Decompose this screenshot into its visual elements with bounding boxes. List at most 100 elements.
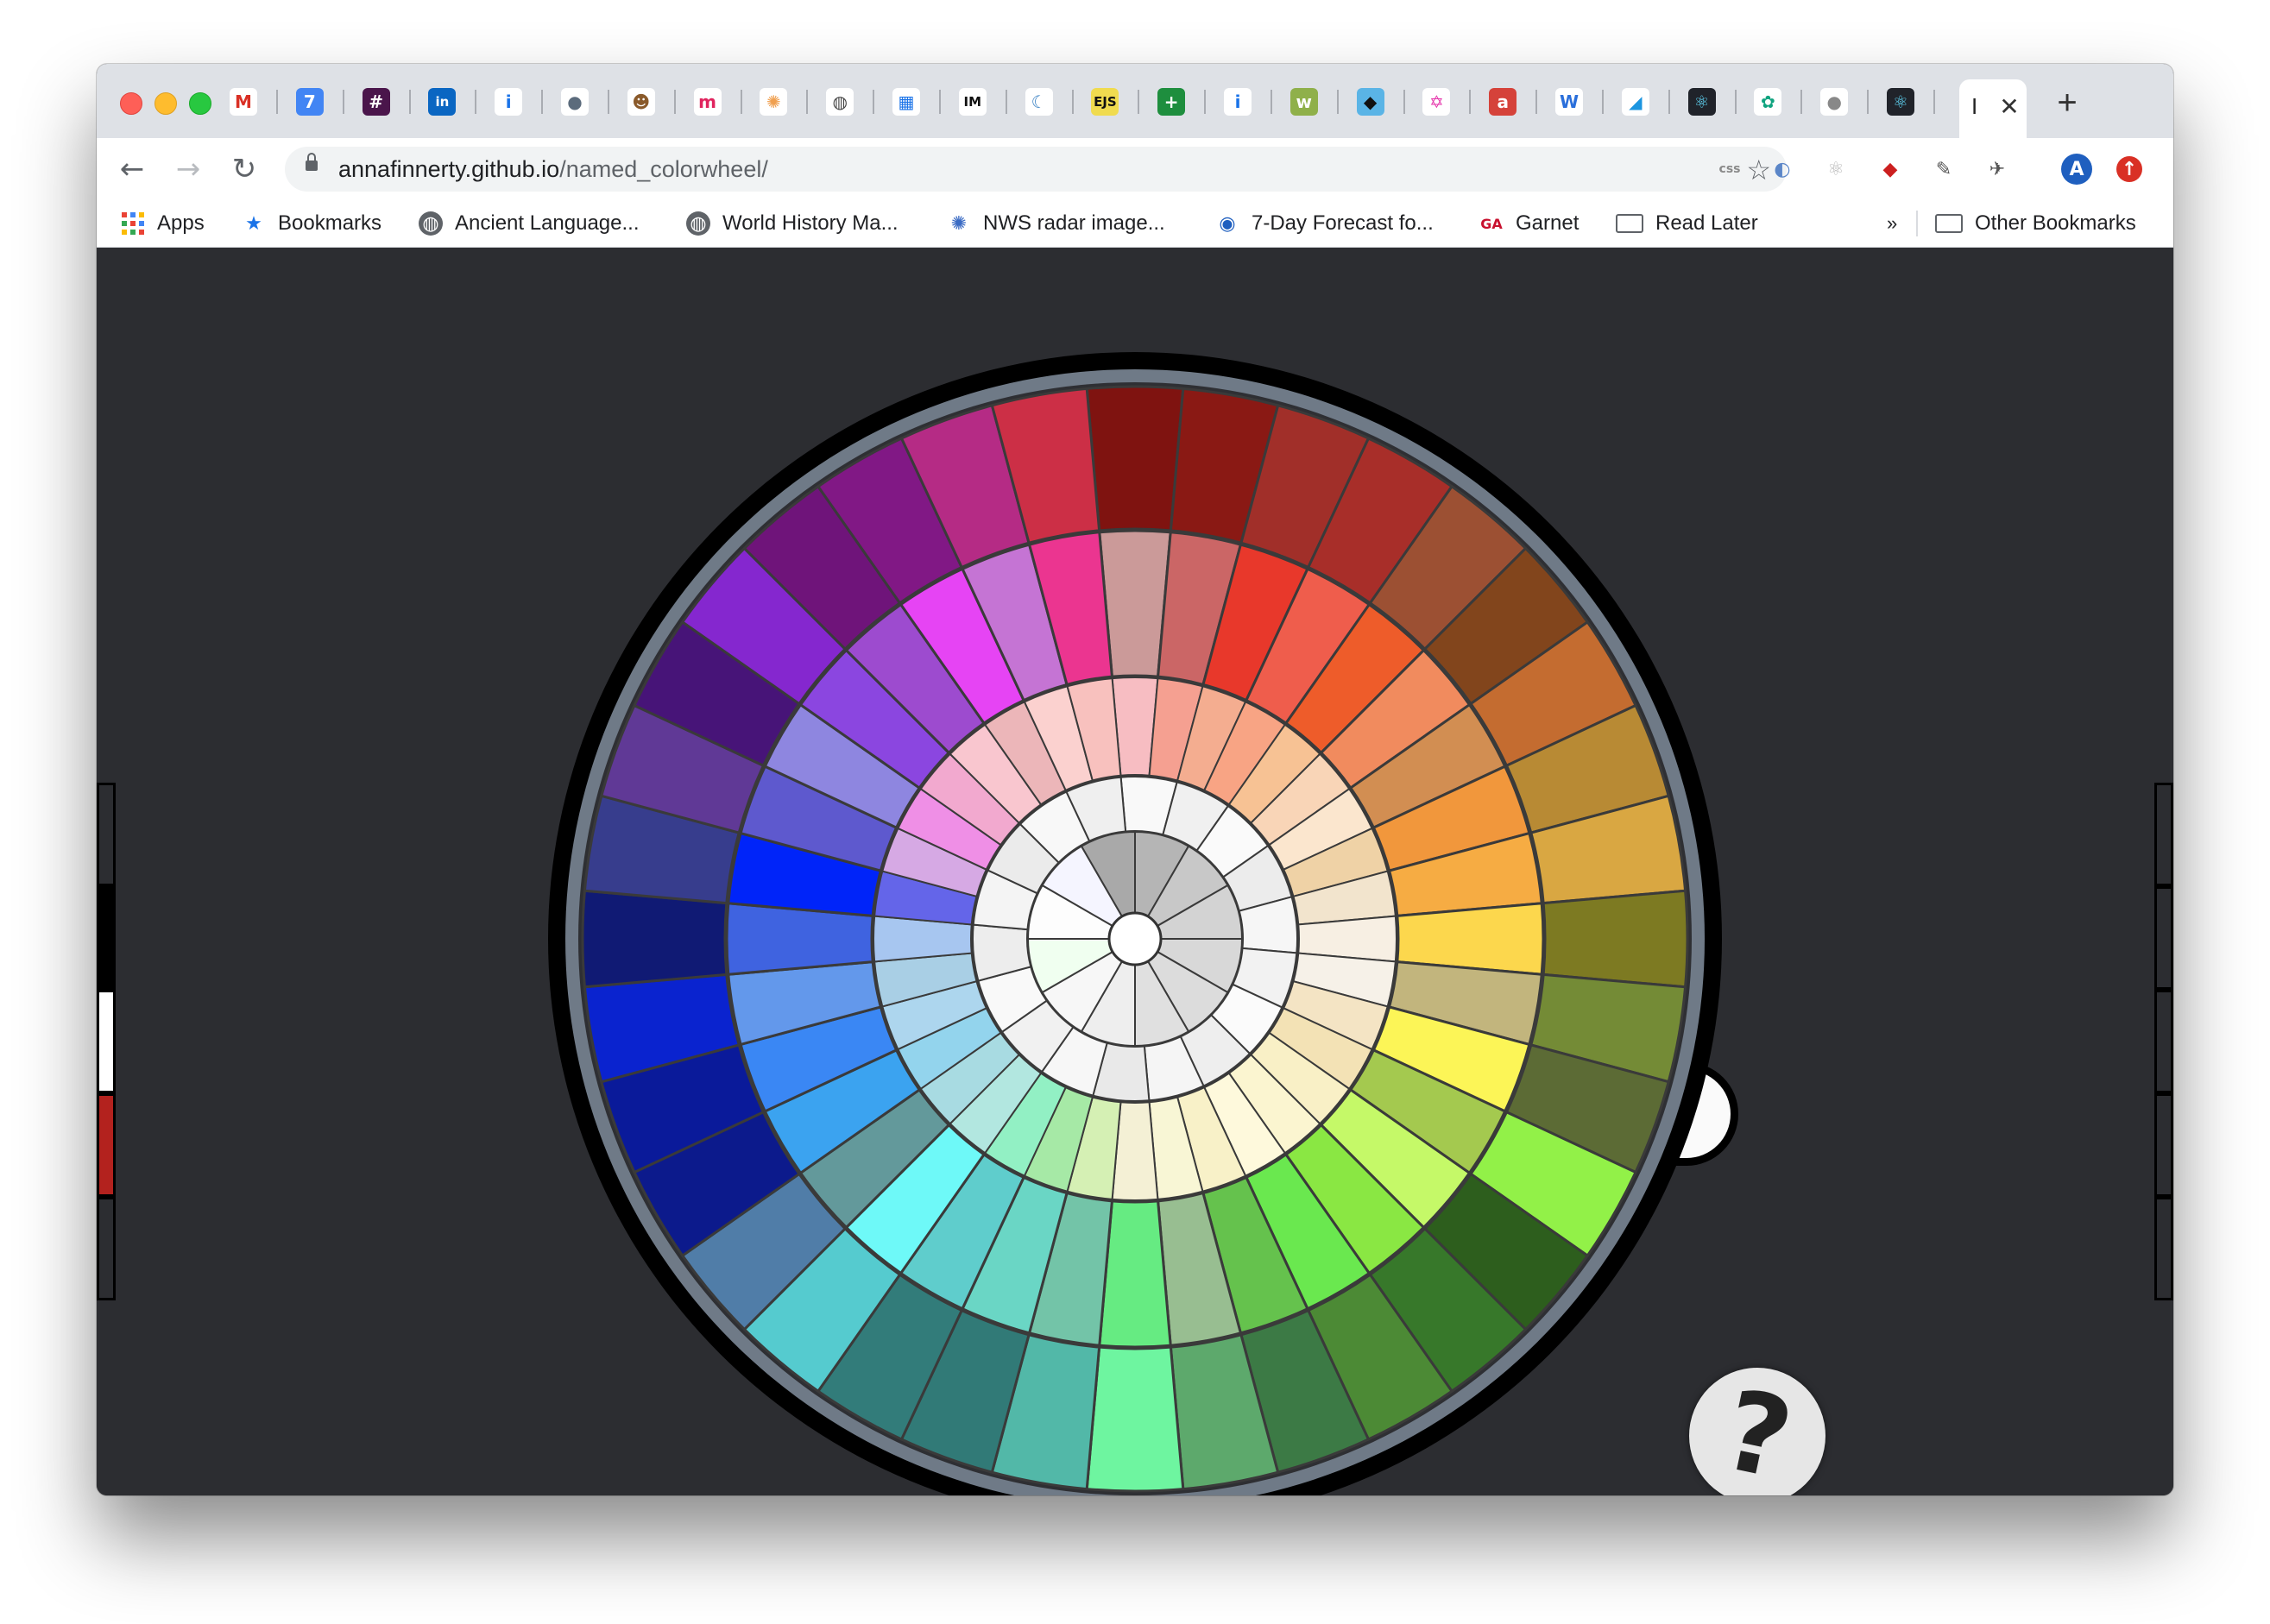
pinned-tab[interactable]: ⚛ xyxy=(1683,83,1721,121)
ejs-icon: EJS xyxy=(1091,88,1119,116)
pinned-tab[interactable]: EJS xyxy=(1086,83,1124,121)
pinned-tab[interactable]: ◢ xyxy=(1617,83,1655,121)
flag-icon: ◢ xyxy=(1621,88,1649,116)
color-segment[interactable] xyxy=(581,889,728,989)
plane-icon[interactable]: ✈ xyxy=(1982,154,2013,185)
pinned-tab[interactable]: # xyxy=(357,83,395,121)
weather-icon: ◉ xyxy=(1219,212,1236,235)
tab-separator xyxy=(1800,90,1803,114)
grid-icon: ▦ xyxy=(892,88,920,116)
graphql-icon: ✡ xyxy=(1422,88,1451,116)
bookmarks-overflow-button[interactable]: » xyxy=(1887,209,1897,238)
pinned-tab[interactable]: a xyxy=(1484,83,1522,121)
tab-separator xyxy=(1734,90,1737,114)
bookmark-ancient-language[interactable]: ◍ Ancient Language... xyxy=(419,209,640,238)
eyedropper-icon[interactable]: ✎ xyxy=(1928,154,1959,185)
bookmark-garnet[interactable]: GA Garnet xyxy=(1479,209,1579,238)
avatar-icon[interactable]: A xyxy=(2061,154,2092,185)
pinned-tab[interactable]: ☻ xyxy=(622,83,660,121)
bookmark-nws-radar[interactable]: ✺ NWS radar image... xyxy=(947,209,1165,238)
tab-separator xyxy=(740,90,742,114)
pinned-tab[interactable]: ● xyxy=(1815,83,1853,121)
wheel-center-dot[interactable] xyxy=(1107,911,1163,966)
tab-separator xyxy=(873,90,875,114)
pinned-tab[interactable]: ◍ xyxy=(821,83,859,121)
apple-icon: ● xyxy=(1820,88,1849,116)
tab-separator xyxy=(342,90,344,114)
color-segment[interactable] xyxy=(1085,385,1185,532)
a-icon: a xyxy=(1489,88,1517,116)
active-tab[interactable]: I ✕ xyxy=(1959,79,2027,138)
tab-separator xyxy=(939,90,941,114)
css-icon[interactable]: css xyxy=(1714,154,1745,185)
reload-button[interactable]: ↻ xyxy=(228,154,261,186)
bookmark-read-later[interactable]: Read Later xyxy=(1616,209,1758,238)
help-button[interactable]: ? xyxy=(1689,1365,1825,1495)
new-tab-button[interactable]: + xyxy=(2050,85,2084,121)
bookmarks-bar: Apps ★ Bookmarks ◍ Ancient Language... ◍ Wo… xyxy=(97,200,2173,248)
react-icon: ⚛ xyxy=(1687,88,1716,116)
tab-separator xyxy=(276,90,278,114)
pinned-tab[interactable]: 7 xyxy=(291,83,329,121)
info-icon: i xyxy=(495,88,523,116)
update-icon[interactable]: ↑ xyxy=(2116,156,2142,182)
profile-icon: ● xyxy=(561,88,589,116)
shield-icon[interactable]: ◐ xyxy=(1767,154,1798,185)
back-button[interactable]: ← xyxy=(116,154,148,186)
pinned-tab[interactable]: M xyxy=(224,83,262,121)
color-segment[interactable] xyxy=(1542,889,1689,989)
pinned-tab[interactable]: ◆ xyxy=(1352,83,1390,121)
tab-separator xyxy=(608,90,609,114)
plus-doc-icon: + xyxy=(1157,88,1186,116)
pinned-tab[interactable]: m xyxy=(689,83,727,121)
bookmark-world-history[interactable]: ◍ World History Ma... xyxy=(686,209,899,238)
ga-icon: GA xyxy=(1480,215,1503,232)
w-icon: W xyxy=(1555,88,1583,116)
react-devtools-icon[interactable]: ⚛ xyxy=(1820,154,1851,185)
bird-icon: ◆ xyxy=(1356,88,1384,116)
question-mark-icon: ? xyxy=(1712,1365,1802,1495)
pinned-tab[interactable]: ● xyxy=(556,83,594,121)
bookmark-apps[interactable]: Apps xyxy=(121,209,205,238)
browser-window: M 7 # in i ● ☻ m ✺ ◍ ▦ IM ☾ EJS + i w ◆ ✡ a W ◢ ⚛ ✿ ● ⚛ I ✕ + ← →… xyxy=(97,64,2173,1495)
tab-separator xyxy=(1933,90,1935,114)
tab-separator xyxy=(1138,90,1140,114)
folder-icon xyxy=(1935,214,1963,233)
pinned-tab[interactable]: ✺ xyxy=(754,83,792,121)
tab-separator xyxy=(541,90,544,114)
pinned-tab[interactable]: + xyxy=(1152,83,1190,121)
slack-icon: # xyxy=(362,88,390,116)
pinned-tab[interactable]: i xyxy=(1219,83,1257,121)
globe-icon: ◍ xyxy=(419,211,443,236)
calendar-icon: 7 xyxy=(295,88,324,116)
ruby-icon[interactable]: ◆ xyxy=(1875,154,1906,185)
pinned-tab[interactable]: W xyxy=(1550,83,1588,121)
tab-separator xyxy=(1005,90,1007,114)
pinned-tab[interactable]: ▦ xyxy=(887,83,925,121)
minimize-window-button[interactable] xyxy=(154,92,177,115)
pinned-tab[interactable]: ⚛ xyxy=(1882,83,1920,121)
tab-separator xyxy=(1535,90,1538,114)
tab-separator xyxy=(1668,90,1670,114)
pinned-tab[interactable]: ✡ xyxy=(1417,83,1455,121)
color-segment[interactable] xyxy=(1085,1345,1185,1493)
tab-separator xyxy=(475,90,477,114)
bookmark-7-day-forecast[interactable]: ◉ 7-Day Forecast fo... xyxy=(1215,209,1433,238)
color-wheel[interactable] xyxy=(97,248,2173,1495)
url-text[interactable]: annafinnerty.github.io/named_colorwheel/ xyxy=(338,156,768,183)
close-tab-icon[interactable]: ✕ xyxy=(1997,95,2021,119)
pinned-tab[interactable]: i xyxy=(489,83,527,121)
close-window-button[interactable] xyxy=(120,92,142,115)
pinned-tab[interactable]: w xyxy=(1285,83,1323,121)
pinned-tab[interactable]: ✿ xyxy=(1749,83,1787,121)
maximize-window-button[interactable] xyxy=(189,92,211,115)
address-bar[interactable]: annafinnerty.github.io/named_colorwheel/… xyxy=(285,147,1787,192)
tab-separator xyxy=(1867,90,1870,114)
pinned-tab[interactable]: IM xyxy=(954,83,992,121)
tab-separator xyxy=(1271,90,1272,114)
bookmark-other[interactable]: Other Bookmarks xyxy=(1935,209,2136,238)
pinned-tab[interactable]: ☾ xyxy=(1020,83,1058,121)
forward-button[interactable]: → xyxy=(172,154,205,186)
pinned-tab[interactable]: in xyxy=(423,83,461,121)
bookmark-bookmarks[interactable]: ★ Bookmarks xyxy=(242,209,381,238)
